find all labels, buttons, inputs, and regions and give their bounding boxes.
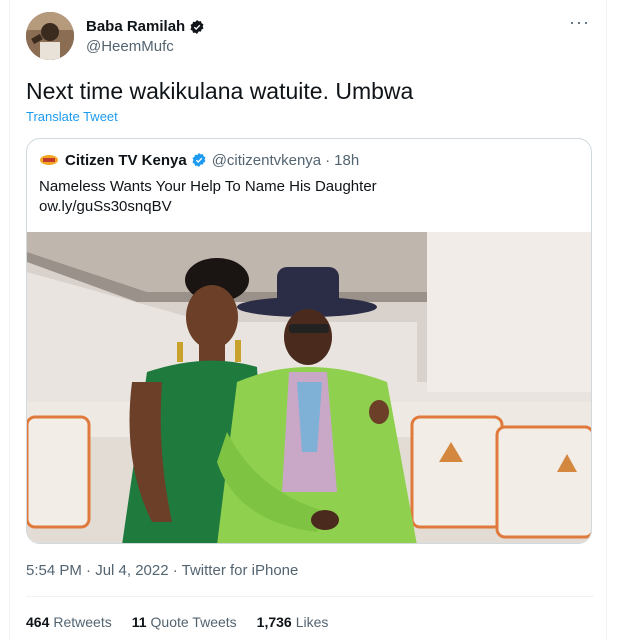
author-handle[interactable]: @HeemMufc — [86, 38, 174, 55]
retweets-count: 464 — [26, 614, 50, 630]
quoted-handle[interactable]: @citizentvkenya — [212, 152, 321, 169]
quote-tweets-count: 11 — [131, 614, 147, 630]
likes-count: 1,736 — [256, 614, 292, 630]
retweets-stat[interactable]: 464 Retweets — [26, 614, 112, 630]
quoted-tweet-header: Citizen TV Kenya @citizentvkenya · 18h — [39, 151, 359, 169]
divider — [26, 596, 594, 597]
timeline-left-border — [9, 0, 10, 641]
quoted-tweet[interactable]: Citizen TV Kenya @citizentvkenya · 18h N… — [26, 138, 592, 544]
tweet-text: Next time wakikulana watuite. Umbwa — [26, 78, 414, 104]
verified-badge-icon — [190, 19, 204, 34]
citizen-tv-logo — [40, 155, 58, 165]
quoted-text-line: Nameless Wants Your Help To Name His Dau… — [39, 178, 377, 195]
translate-tweet-link[interactable]: Translate Tweet — [26, 109, 118, 124]
quoted-separator: · — [325, 151, 331, 169]
quote-tweets-label: Quote Tweets — [150, 614, 237, 630]
quoted-display-name[interactable]: Citizen TV Kenya — [65, 152, 187, 169]
quoted-tweet-text: Nameless Wants Your Help To Name His Dau… — [39, 177, 377, 217]
timeline-right-border — [606, 0, 607, 641]
likes-stat[interactable]: 1,736 Likes — [257, 614, 329, 630]
tweet-header: Baba Ramilah @HeemMufc ··· — [26, 12, 594, 62]
verified-badge-icon — [192, 153, 206, 167]
author-avatar[interactable] — [26, 12, 74, 60]
tweet-stats: 464 Retweets 11 Quote Tweets 1,736 Likes — [26, 614, 348, 630]
tweet-timestamp[interactable]: 5:54 PM · Jul 4, 2022 · Twitter for iPho… — [26, 562, 298, 579]
quote-tweets-stat[interactable]: 11 Quote Tweets — [132, 614, 237, 630]
likes-label: Likes — [295, 614, 329, 630]
author-display-name[interactable]: Baba Ramilah — [86, 18, 185, 35]
quoted-link[interactable]: ow.ly/guSs30snqBV — [39, 197, 377, 217]
more-options-icon[interactable]: ··· — [569, 13, 590, 31]
quoted-tweet-photo[interactable] — [27, 232, 591, 543]
retweets-label: Retweets — [53, 614, 112, 630]
quoted-time[interactable]: 18h — [334, 152, 359, 169]
